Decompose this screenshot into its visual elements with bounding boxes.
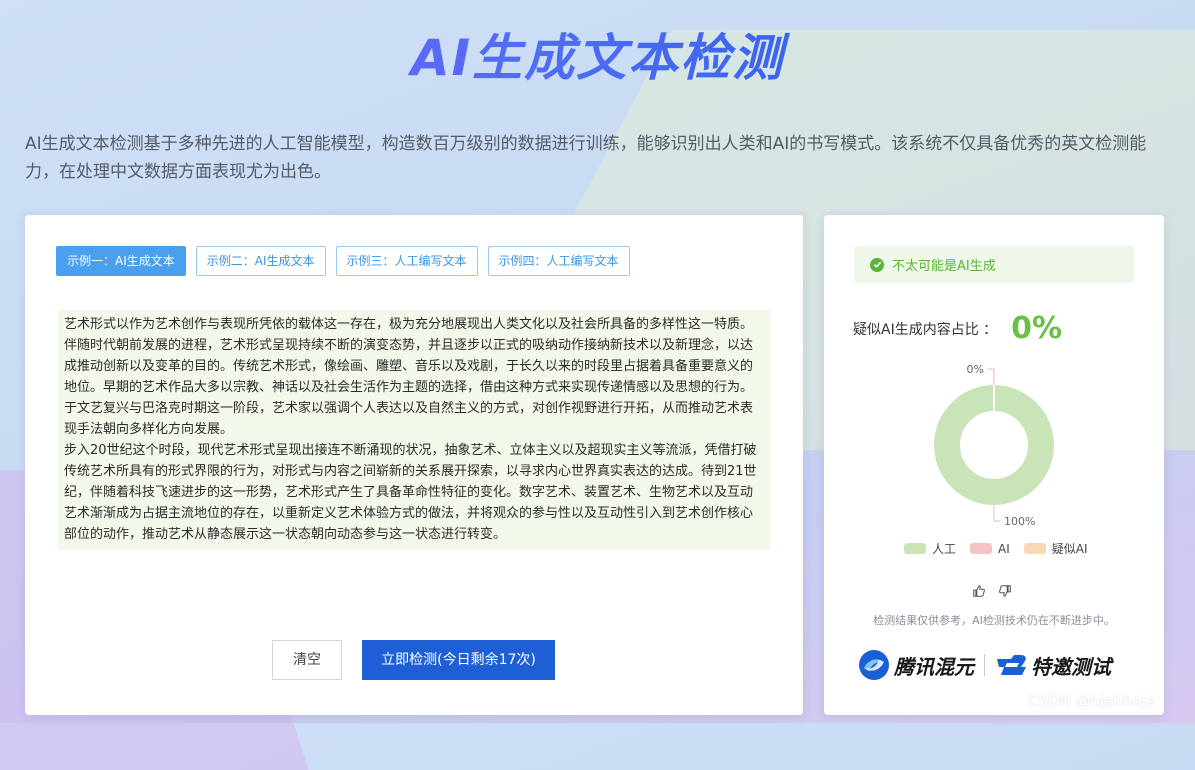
intro-text: AI生成文本检测基于多种先进的人工智能模型，构造数百万级别的数据进行训练，能够识… (25, 134, 1147, 182)
detect-button[interactable]: 立即检测(今日剩余17次) (362, 640, 555, 680)
clear-button[interactable]: 清空 (272, 640, 342, 680)
legend-label: 人工 (932, 542, 957, 556)
hunyuan-logo-icon (859, 650, 889, 680)
brand-special-test-text: 特邀测试 (1031, 654, 1111, 679)
legend-item-suspected-ai[interactable]: 疑似AI (1023, 540, 1088, 557)
disclaimer-text: 检测结果仅供参考，AI检测技术仍在不断进步中。 (873, 614, 1115, 627)
thumbs-up-icon[interactable] (972, 583, 986, 602)
legend-label: 疑似AI (1051, 542, 1088, 556)
text-paragraph: 艺术形式以作为艺术创作与表现所凭依的载体这一存在，极为充分地展现出人类文化以及社… (64, 317, 754, 437)
ratio-label: 疑似AI生成内容占比 ： (853, 321, 998, 338)
brand-hunyuan: 腾讯混元 (858, 649, 974, 681)
tab-example-1[interactable]: 示例一：AI生成文本 (56, 246, 186, 276)
label-leader-line (988, 368, 995, 385)
tab-example-4[interactable]: 示例四：人工编写文本 (487, 246, 630, 276)
legend-swatch (904, 543, 926, 554)
example-tabs: 示例一：AI生成文本 示例二：AI生成文本 示例三：人工编写文本 示例四：人工编… (56, 246, 630, 276)
ratio-value: 0% (1011, 311, 1063, 346)
result-banner: 不太可能是AI生成 (854, 246, 1134, 283)
legend-item-ai[interactable]: AI (970, 540, 1010, 557)
watermark: CSDN @hjehheje (1028, 692, 1156, 710)
chart-legend: 人工 AI 疑似AI (904, 540, 1088, 557)
ratio-row: 疑似AI生成内容占比 ： 0% (853, 311, 1062, 346)
result-panel: 不太可能是AI生成 疑似AI生成内容占比 ： 0% 0% 100% 人工 AI 疑… (824, 215, 1164, 715)
label-leader-line (993, 505, 1000, 522)
ai-ratio-donut-chart: 0% 100% (934, 363, 1054, 525)
tab-example-3[interactable]: 示例三：人工编写文本 (335, 246, 478, 276)
text-input-area[interactable]: 艺术形式以作为艺术创作与表现所凭依的载体这一存在，极为充分地展现出人类文化以及社… (58, 310, 770, 550)
brand-divider (984, 654, 985, 676)
thumbs-down-icon[interactable] (998, 583, 1012, 602)
feedback-row (972, 583, 1012, 602)
tab-example-2[interactable]: 示例二：AI生成文本 (195, 246, 326, 276)
legend-swatch (1023, 543, 1046, 554)
brand-special-test: 特邀测试 (995, 651, 1111, 680)
result-verdict: 不太可能是AI生成 (892, 259, 996, 274)
legend-label: AI (998, 541, 1010, 556)
input-panel: 示例一：AI生成文本 示例二：AI生成文本 示例三：人工编写文本 示例四：人工编… (25, 215, 803, 715)
legend-swatch (970, 543, 993, 554)
special-test-logo-icon (997, 655, 1026, 675)
brand-hunyuan-text: 腾讯混元 (894, 654, 974, 679)
donut-label-top: 0% (967, 363, 984, 376)
check-circle-icon (870, 257, 884, 272)
brand-row: 腾讯混元 特邀测试 (858, 647, 1138, 683)
donut-slice-0[interactable] (934, 385, 1054, 505)
legend-item-human[interactable]: 人工 (904, 540, 956, 557)
page-title: AI生成文本检测 (0, 18, 1195, 90)
donut-label-bottom: 100% (1004, 515, 1035, 525)
text-paragraph: 步入20世纪这个时段，现代艺术形式呈现出接连不断涌现的状况，抽象艺术、立体主义以… (64, 443, 757, 542)
